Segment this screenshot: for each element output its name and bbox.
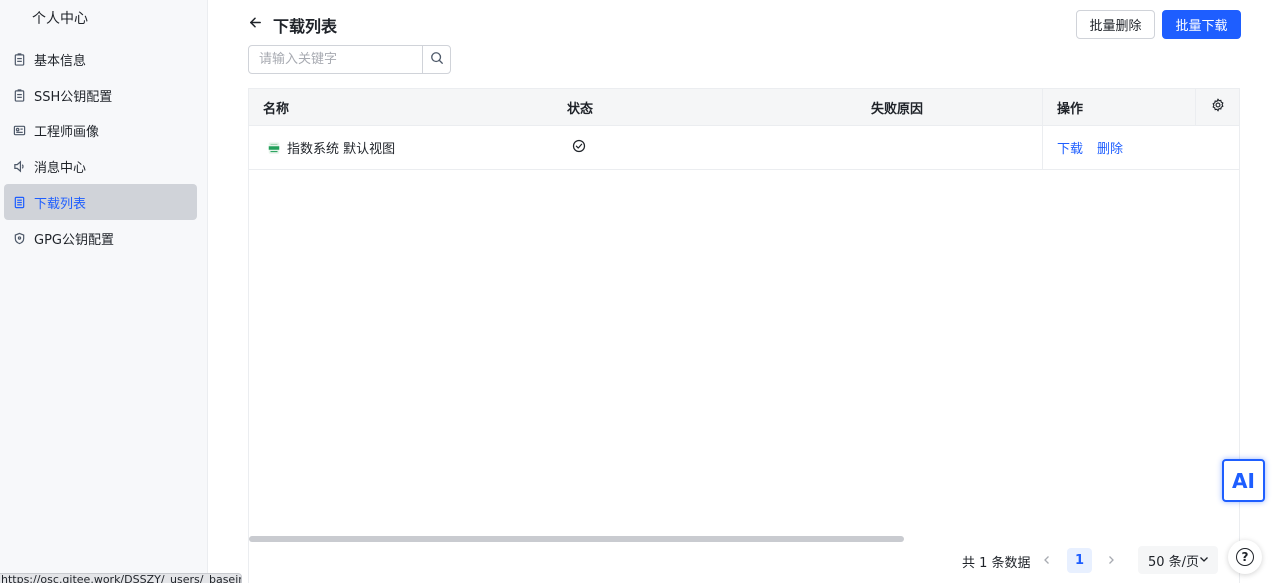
column-header-actions: 操作 (1057, 101, 1084, 117)
sidebar-item-label: 消息中心 (34, 160, 87, 176)
help-icon: ? (1236, 548, 1254, 566)
pagination-total: 共 1 条数据 (962, 556, 1031, 571)
sidebar-item-label: 基本信息 (34, 53, 87, 69)
spreadsheet-file-icon (267, 141, 281, 155)
batch-download-button[interactable]: 批量下载 (1162, 10, 1241, 39)
chevron-down-icon (1198, 553, 1210, 569)
portrait-icon (12, 123, 26, 137)
back-button[interactable] (246, 15, 264, 33)
chevron-right-icon (1106, 554, 1116, 569)
scrollbar-thumb[interactable] (249, 536, 904, 542)
column-header-status: 状态 (567, 101, 594, 117)
horizontal-scrollbar[interactable] (249, 535, 1239, 543)
arrow-left-icon (248, 15, 263, 34)
sidebar-item-label: SSH公钥配置 (34, 89, 113, 105)
row-name-cell: 指数系统 默认视图 (267, 126, 395, 169)
page-title: 下载列表 (273, 17, 338, 36)
column-settings-button[interactable] (1195, 89, 1239, 125)
search-box (248, 45, 451, 74)
download-link[interactable]: 下载 (1057, 138, 1083, 157)
sidebar: 个人中心 基本信息 SSH公钥配置 工程师画像 消息中心 下载列表 GPG公钥配… (0, 0, 208, 583)
row-actions-cell: 下载 删除 (1057, 126, 1137, 169)
sidebar-item-label: 工程师画像 (34, 124, 100, 140)
page-size-value: 50 条/页 (1148, 554, 1200, 570)
shield-icon (12, 231, 26, 245)
sidebar-item-label: 下载列表 (34, 196, 87, 212)
ai-assistant-button[interactable]: AI (1222, 459, 1265, 502)
page-size-select[interactable]: 50 条/页 (1138, 546, 1218, 574)
page-number[interactable]: 1 (1067, 548, 1092, 573)
column-divider (1042, 126, 1043, 169)
sidebar-item-engineer-profile[interactable]: 工程师画像 (4, 112, 197, 148)
table-row: 指数系统 默认视图 下载 删除 (249, 126, 1239, 170)
sidebar-item-label: GPG公钥配置 (34, 232, 114, 248)
sidebar-title: 个人中心 (32, 11, 88, 27)
prev-page-button[interactable] (1036, 549, 1058, 573)
clipboard-icon (12, 88, 26, 102)
check-circle-icon (572, 139, 586, 157)
sidebar-item-ssh-key[interactable]: SSH公钥配置 (4, 77, 197, 113)
search-icon (430, 51, 444, 69)
column-header-name: 名称 (263, 101, 290, 117)
search-button[interactable] (422, 46, 450, 73)
gear-icon (1211, 98, 1225, 116)
table-header: 名称 状态 失败原因 操作 (249, 89, 1239, 126)
batch-delete-button[interactable]: 批量删除 (1076, 10, 1155, 39)
sidebar-item-basic-info[interactable]: 基本信息 (4, 41, 197, 77)
help-button[interactable]: ? (1228, 540, 1262, 574)
status-url: https://osc.gitee.work/DSSZY/_users/_bas… (0, 573, 242, 583)
row-name: 指数系统 默认视图 (287, 142, 396, 157)
document-list-icon (12, 195, 26, 209)
column-header-reason: 失败原因 (871, 101, 924, 117)
sidebar-item-message-center[interactable]: 消息中心 (4, 148, 197, 184)
help-label: ? (1241, 550, 1249, 564)
clipboard-icon (12, 52, 26, 66)
speaker-icon (12, 159, 26, 173)
search-input[interactable] (249, 46, 422, 73)
row-status-cell (572, 126, 586, 169)
next-page-button[interactable] (1100, 549, 1122, 573)
ai-label: AI (1232, 468, 1255, 493)
sidebar-item-gpg-key[interactable]: GPG公钥配置 (4, 220, 197, 256)
download-table: 名称 状态 失败原因 操作 指数系统 默认视图 下载 删除 (248, 88, 1240, 583)
sidebar-item-download-list[interactable]: 下载列表 (4, 184, 197, 220)
delete-link[interactable]: 删除 (1097, 138, 1123, 157)
chevron-left-icon (1042, 554, 1052, 569)
column-divider (1042, 89, 1043, 125)
